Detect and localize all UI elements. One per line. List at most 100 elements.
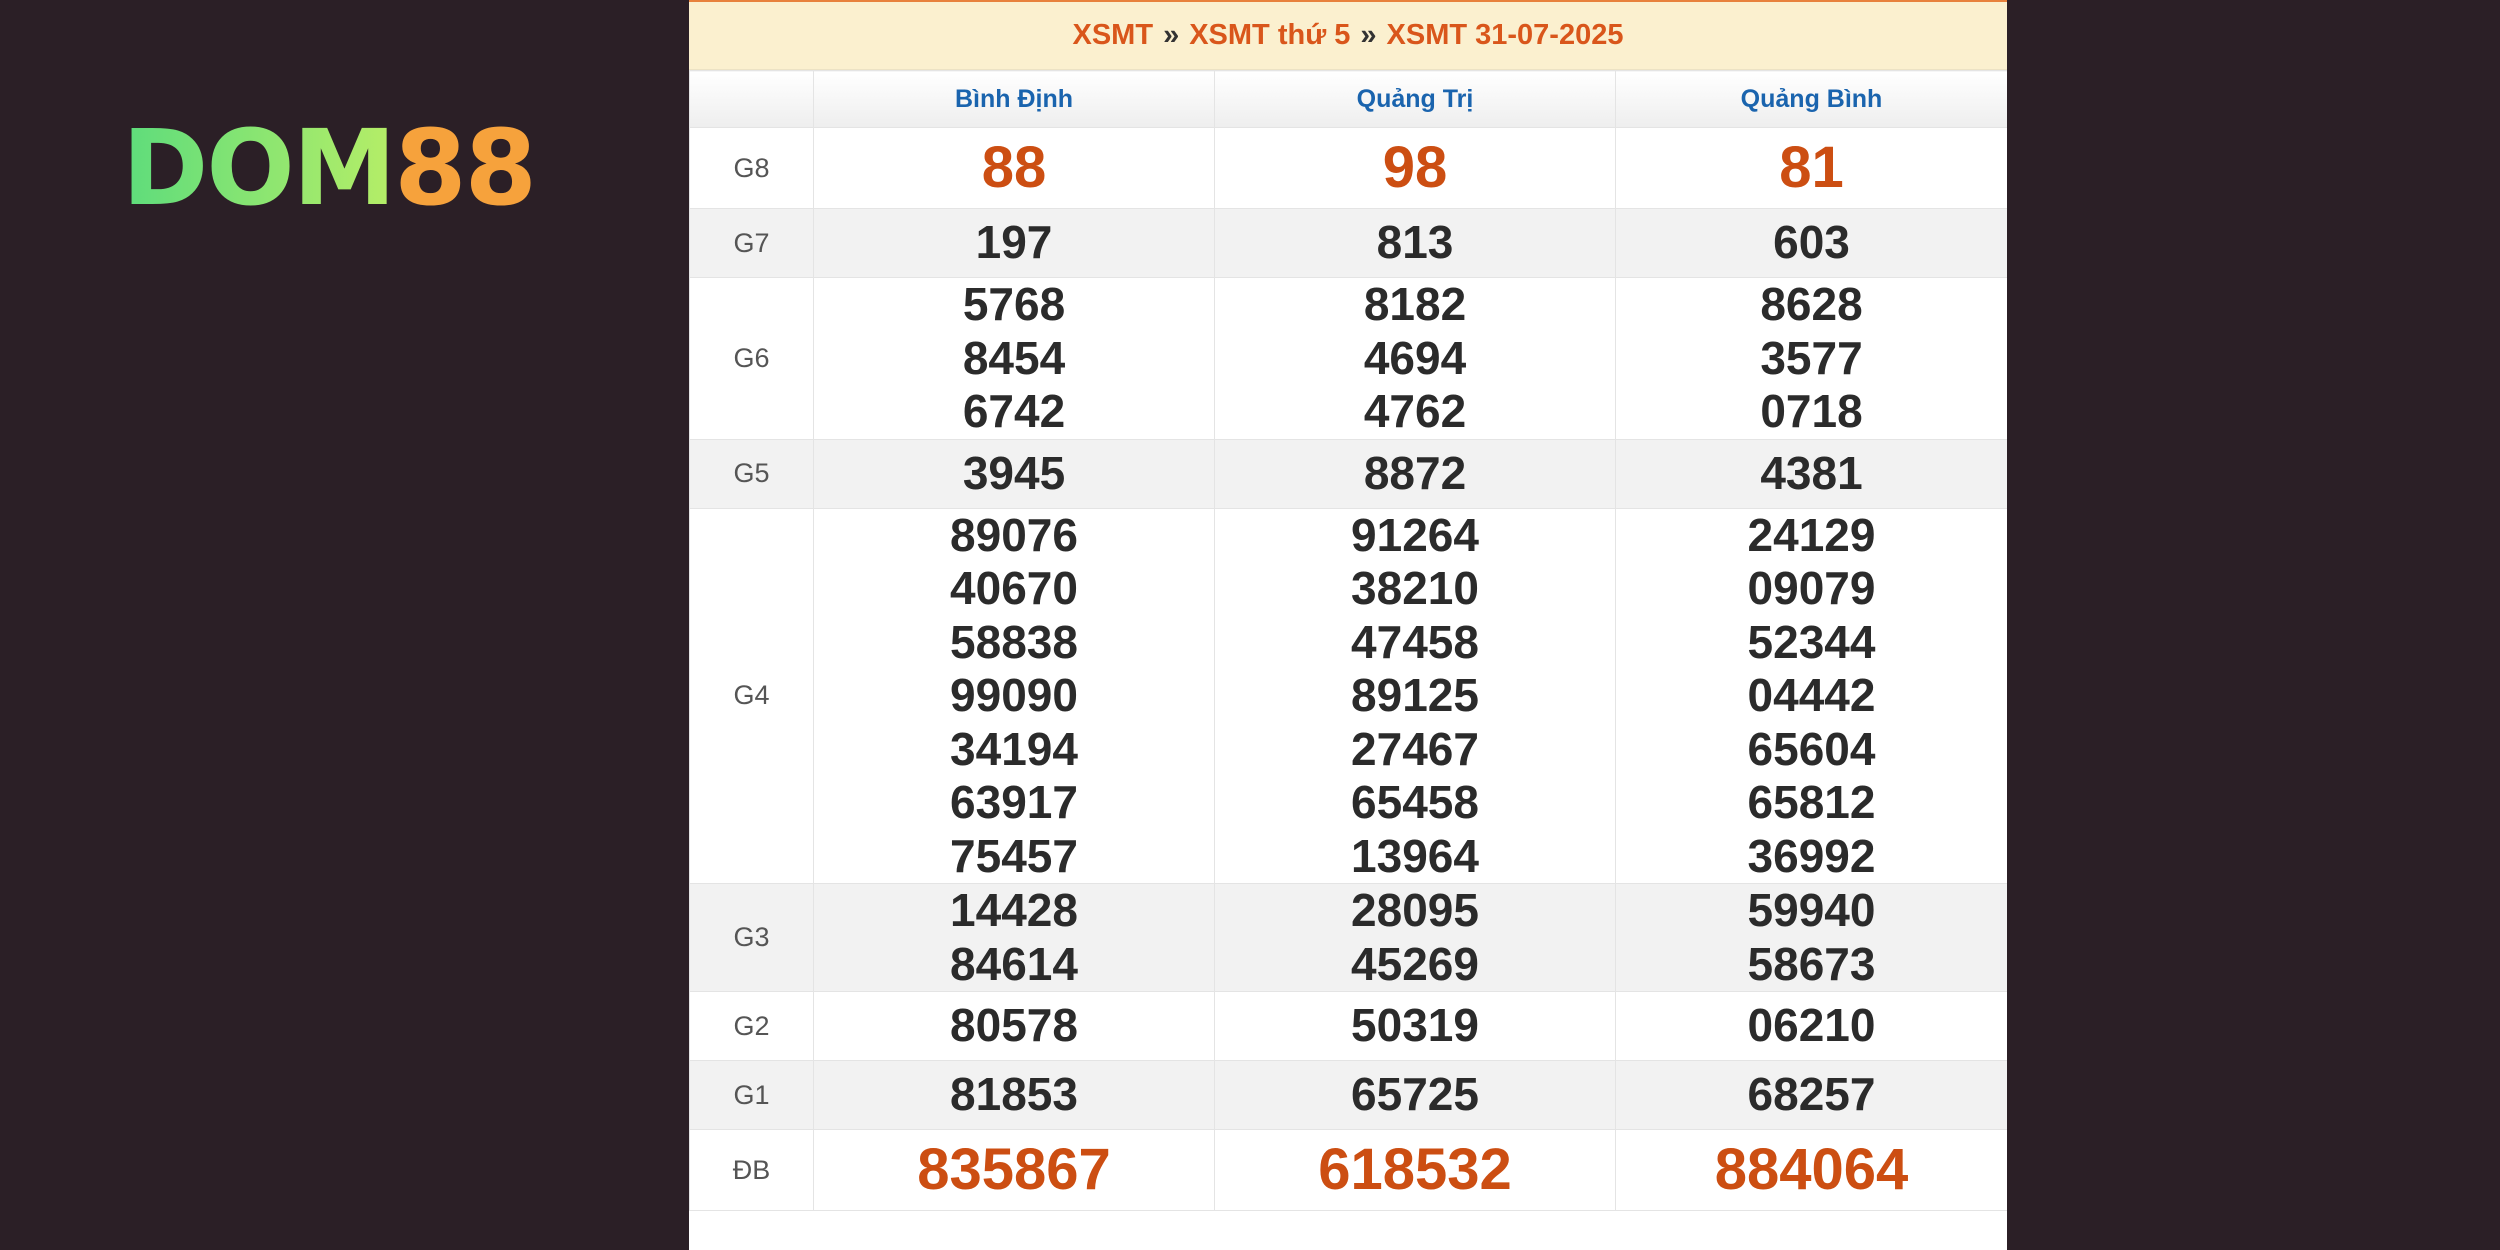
- result-number: 59940: [1747, 884, 1876, 936]
- highlight-number: 618532: [1318, 1137, 1512, 1202]
- result-number: 28095: [1351, 884, 1479, 936]
- result-number: 13964: [1351, 829, 1479, 882]
- prize-row: G2 80578 50319 06210: [689, 991, 2007, 1061]
- prize-row: ĐB 835867 618532 884064: [689, 1129, 2007, 1211]
- result-number: 4762: [1363, 385, 1467, 437]
- result-cell-quang-tri: 813: [1214, 208, 1616, 278]
- result-cell-quang-tri: 91264 38210 47458 89125 27467 65458 13964: [1214, 507, 1616, 884]
- prize-label: ĐB: [689, 1129, 814, 1211]
- result-number: 8454: [962, 331, 1066, 384]
- result-number: 52344: [1747, 615, 1876, 668]
- result-number: 4381: [1760, 446, 1863, 499]
- result-cell-binh-dinh: 197: [813, 208, 1215, 278]
- result-number: 0718: [1760, 385, 1863, 437]
- prize-label: G6: [689, 277, 814, 440]
- breadcrumb-separator: »: [1360, 19, 1377, 51]
- result-number: 80578: [950, 999, 1078, 1052]
- result-number: 36992: [1747, 829, 1876, 882]
- dom88-logo: DOM88: [122, 116, 537, 220]
- logo-text-88: 88: [394, 107, 537, 229]
- result-cell-binh-dinh: 835867: [813, 1129, 1215, 1211]
- result-number: 34194: [950, 722, 1078, 775]
- province-header-quang-tri[interactable]: Quảng Trị: [1214, 70, 1616, 128]
- prize-row: G5 3945 8872 4381: [689, 438, 2007, 509]
- prize-label: G5: [689, 438, 814, 509]
- prize-label: G4: [689, 507, 814, 884]
- result-cell-quang-tri: 98: [1214, 127, 1616, 209]
- prize-row: G7 197 813 603: [689, 208, 2007, 278]
- result-number: 47458: [1351, 615, 1479, 668]
- breadcrumb-link-xsmt-thu-5[interactable]: XSMT thứ 5: [1189, 19, 1350, 52]
- result-cell-binh-dinh: 80578: [813, 991, 1215, 1061]
- result-number: 04442: [1747, 669, 1876, 721]
- prize-label: G2: [689, 991, 814, 1061]
- result-number: 38210: [1351, 562, 1479, 614]
- result-cell-quang-binh: 603: [1615, 208, 2007, 278]
- result-number: 09079: [1747, 562, 1876, 614]
- breadcrumb: XSMT » XSMT thứ 5 » XSMT 31-07-2025: [689, 0, 2007, 70]
- result-cell-quang-binh: 24129 09079 52344 04442 65604 65812 36992: [1615, 507, 2007, 884]
- result-number: 65725: [1351, 1068, 1479, 1121]
- breadcrumb-separator: »: [1163, 19, 1180, 51]
- prize-row: G6 5768 8454 6742 8182 4694 4762 8628 3577 0718: [689, 277, 2007, 440]
- result-number: 27467: [1351, 722, 1479, 775]
- result-cell-binh-dinh: 89076 40670 58838 99090 34194 63917 75457: [813, 507, 1215, 884]
- result-number: 99090: [950, 669, 1078, 721]
- result-number: 813: [1376, 216, 1454, 269]
- result-number: 81853: [950, 1068, 1078, 1121]
- result-number: 45269: [1351, 937, 1479, 990]
- result-number: 8872: [1363, 446, 1467, 499]
- result-cell-quang-binh: 8628 3577 0718: [1615, 277, 2007, 440]
- result-cell-quang-tri: 8872: [1214, 438, 1616, 509]
- result-cell-quang-tri: 8182 4694 4762: [1214, 277, 1616, 440]
- highlight-number: 88: [981, 135, 1047, 200]
- result-number: 84614: [950, 937, 1078, 990]
- result-number: 89125: [1351, 669, 1479, 721]
- prize-row: G8 88 98 81: [689, 127, 2007, 209]
- result-cell-quang-tri: 50319: [1214, 991, 1616, 1061]
- result-number: 65812: [1747, 776, 1876, 828]
- result-cell-quang-binh: 4381: [1615, 438, 2007, 509]
- highlight-number: 884064: [1714, 1137, 1909, 1202]
- results-table: Bình Định Quảng Trị Quảng Bình G8 88 98 81 G…: [689, 70, 2007, 1211]
- result-number: 197: [975, 216, 1053, 269]
- province-header-binh-dinh[interactable]: Bình Định: [813, 70, 1215, 128]
- highlight-number: 835867: [917, 1137, 1111, 1202]
- result-cell-quang-binh: 884064: [1615, 1129, 2007, 1211]
- result-cell-binh-dinh: 5768 8454 6742: [813, 277, 1215, 440]
- province-header-row: Bình Định Quảng Trị Quảng Bình: [689, 70, 2007, 128]
- breadcrumb-link-xsmt[interactable]: XSMT: [1073, 19, 1154, 52]
- prize-label: G1: [689, 1060, 814, 1130]
- result-number: 603: [1773, 216, 1850, 269]
- result-cell-binh-dinh: 88: [813, 127, 1215, 209]
- results-panel: XSMT » XSMT thứ 5 » XSMT 31-07-2025 Bình…: [689, 0, 2007, 1250]
- breadcrumb-link-xsmt-date[interactable]: XSMT 31-07-2025: [1387, 19, 1624, 52]
- result-number: 89076: [950, 508, 1078, 561]
- result-number: 65604: [1747, 722, 1876, 775]
- result-cell-quang-binh: 81: [1615, 127, 2007, 209]
- prize-label: G8: [689, 127, 814, 209]
- result-cell-binh-dinh: 3945: [813, 438, 1215, 509]
- result-cell-quang-binh: 06210: [1615, 991, 2007, 1061]
- result-cell-binh-dinh: 14428 84614: [813, 883, 1215, 992]
- result-number: 58838: [950, 615, 1078, 668]
- prize-label: G7: [689, 208, 814, 278]
- result-number: 40670: [950, 562, 1078, 614]
- prize-row: G3 14428 84614 28095 45269 59940 58673: [689, 883, 2007, 992]
- result-number: 4694: [1363, 331, 1467, 384]
- result-number: 06210: [1747, 999, 1876, 1052]
- result-number: 68257: [1747, 1068, 1876, 1121]
- result-number: 14428: [950, 884, 1078, 936]
- highlight-number: 81: [1779, 135, 1844, 200]
- prize-column-header: [689, 70, 814, 128]
- result-cell-quang-binh: 68257: [1615, 1060, 2007, 1130]
- logo-text-dom: DOM: [122, 107, 396, 229]
- result-number: 8628: [1760, 278, 1863, 330]
- result-number: 50319: [1351, 999, 1479, 1052]
- result-number: 24129: [1747, 508, 1876, 561]
- province-header-quang-binh[interactable]: Quảng Bình: [1615, 70, 2007, 128]
- result-number: 91264: [1351, 508, 1479, 561]
- result-cell-quang-tri: 618532: [1214, 1129, 1616, 1211]
- highlight-number: 98: [1382, 135, 1448, 200]
- result-number: 58673: [1747, 937, 1876, 990]
